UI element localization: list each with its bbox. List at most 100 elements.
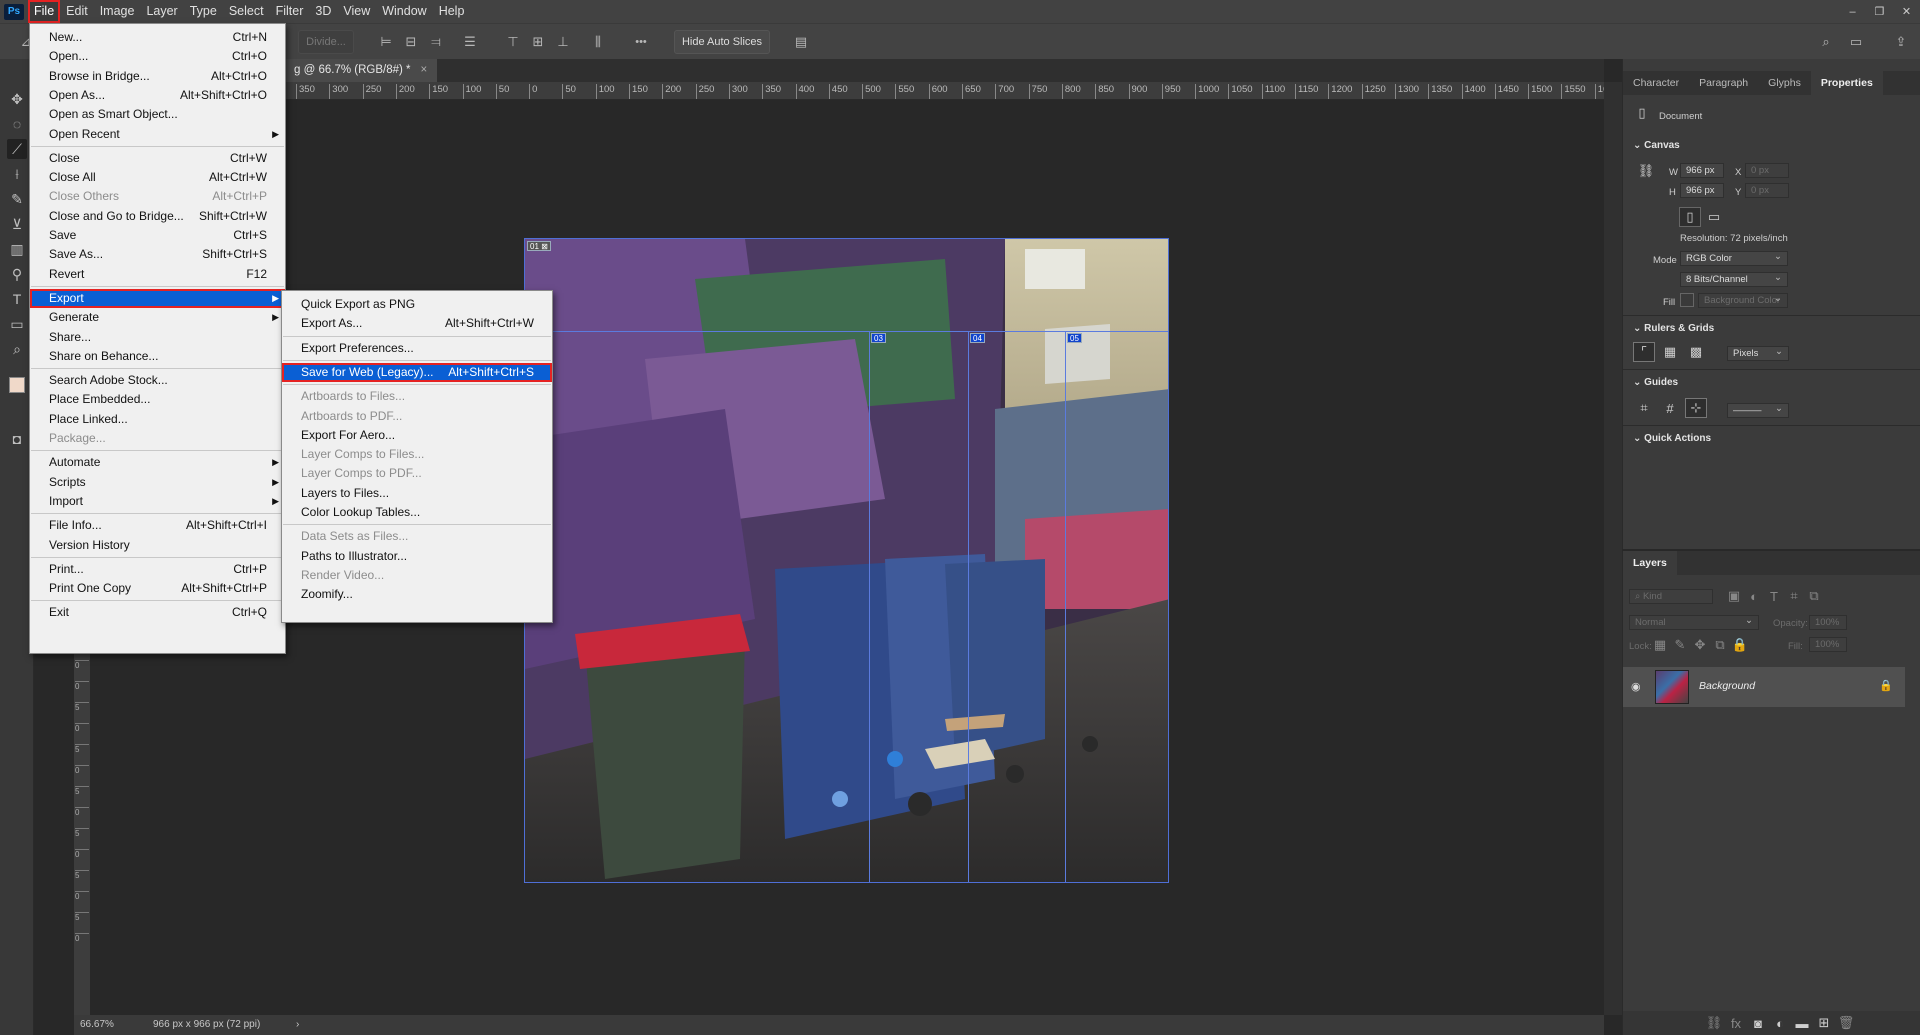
lasso-tool-icon[interactable]: ◌ <box>7 114 27 134</box>
vertical-scrollbar[interactable] <box>1604 82 1622 1015</box>
menu-item-file-info[interactable]: File Info... Alt+Shift+Ctrl+I <box>30 516 285 535</box>
guide-style-dropdown[interactable]: ——— <box>1727 402 1789 418</box>
menu-item-package[interactable]: Package... <box>30 429 285 448</box>
menu-item-layers-to-files[interactable]: Layers to Files... <box>282 484 552 503</box>
stamp-tool-icon[interactable]: ⊻ <box>7 214 27 234</box>
mode-dropdown[interactable]: RGB Color <box>1680 250 1788 266</box>
add-mask-icon[interactable]: ◙ <box>1747 1013 1769 1033</box>
search-icon[interactable]: ⌕ <box>1818 34 1834 50</box>
menu-item-print[interactable]: Print... Ctrl+P <box>30 560 285 579</box>
align-bottom-icon[interactable]: ⊥ <box>555 34 571 50</box>
menu-item-search-adobe-stock[interactable]: Search Adobe Stock... <box>30 371 285 390</box>
adjustment-layer-icon[interactable]: ◐ <box>1769 1013 1791 1033</box>
menu-layer[interactable]: Layer <box>140 0 183 23</box>
hide-auto-slices-button[interactable]: Hide Auto Slices <box>674 30 770 54</box>
layer-filter-kind[interactable]: ⌕ Kind <box>1629 589 1713 604</box>
status-menu-arrow[interactable]: › <box>296 1019 299 1030</box>
workspace-icon[interactable]: ▭ <box>1848 34 1864 50</box>
slice-options-icon[interactable]: ▤ <box>793 34 809 50</box>
menu-item-close-all[interactable]: Close All Alt+Ctrl+W <box>30 168 285 187</box>
menu-item-quick-export-as-png[interactable]: Quick Export as PNG <box>282 295 552 314</box>
slice-tag[interactable]: 04 <box>970 333 985 343</box>
menu-item-export-preferences[interactable]: Export Preferences... <box>282 339 552 358</box>
bit-depth-dropdown[interactable]: 8 Bits/Channel <box>1680 271 1788 287</box>
menu-item-export-as[interactable]: Export As... Alt+Shift+Ctrl+W <box>282 314 552 333</box>
zoom-level[interactable]: 66.67% <box>80 1019 114 1030</box>
filter-shape-icon[interactable]: ⌗ <box>1783 586 1805 606</box>
minimize-button[interactable]: – <box>1839 0 1866 23</box>
menu-item-close-others[interactable]: Close Others Alt+Ctrl+P <box>30 187 285 206</box>
lock-image-icon[interactable]: ✎ <box>1669 635 1691 655</box>
ruler-icon[interactable]: ⌜ <box>1633 342 1655 362</box>
menu-item-layer-comps-to-pdf[interactable]: Layer Comps to PDF... <box>282 464 552 483</box>
width-field[interactable]: 966 px <box>1680 163 1724 178</box>
menu-item-data-sets-as-files[interactable]: Data Sets as Files... <box>282 527 552 546</box>
grid-icon[interactable]: ▦ <box>1659 342 1681 362</box>
menu-item-version-history[interactable]: Version History <box>30 536 285 555</box>
layer-row[interactable]: ◉ Background 🔒 <box>1623 667 1905 707</box>
opacity-field[interactable]: 100% <box>1809 615 1847 630</box>
menu-item-save-for-web-legacy[interactable]: Save for Web (Legacy)... Alt+Shift+Ctrl+S <box>282 362 552 382</box>
menu-item-open-as[interactable]: Open As... Alt+Shift+Ctrl+O <box>30 86 285 105</box>
menu-window[interactable]: Window <box>376 0 432 23</box>
move-tool-icon[interactable]: ✥ <box>7 89 27 109</box>
dodge-tool-icon[interactable]: ⚲ <box>7 264 27 284</box>
menu-item-zoomify[interactable]: Zoomify... <box>282 585 552 604</box>
menu-item-layer-comps-to-files[interactable]: Layer Comps to Files... <box>282 445 552 464</box>
units-dropdown[interactable]: Pixels <box>1727 345 1789 361</box>
menu-item-open-recent[interactable]: Open Recent ▶ <box>30 125 285 144</box>
menu-item-open-as-smart-object[interactable]: Open as Smart Object... <box>30 105 285 124</box>
filter-adjustment-icon[interactable]: ◐ <box>1743 586 1765 606</box>
menu-item-place-linked[interactable]: Place Linked... <box>30 410 285 429</box>
menu-help[interactable]: Help <box>433 0 471 23</box>
menu-item-export-for-aero[interactable]: Export For Aero... <box>282 426 552 445</box>
menu-item-artboards-to-files[interactable]: Artboards to Files... <box>282 387 552 406</box>
slice-tag[interactable]: 05 <box>1067 333 1082 343</box>
align-left-icon[interactable]: ⊨ <box>378 34 394 50</box>
tab-properties[interactable]: Properties <box>1810 71 1883 95</box>
distribute-icon[interactable]: ☰ <box>462 34 478 50</box>
align-middle-icon[interactable]: ⊞ <box>530 34 546 50</box>
menu-item-automate[interactable]: Automate ▶ <box>30 453 285 472</box>
share-icon[interactable]: ⇪ <box>1893 34 1909 50</box>
menu-item-save-as[interactable]: Save As... Shift+Ctrl+S <box>30 245 285 264</box>
guides-section-header[interactable]: ⌄ Guides <box>1633 377 1678 388</box>
portrait-icon[interactable]: ▯ <box>1679 207 1701 227</box>
brush-tool-icon[interactable]: ✎ <box>7 189 27 209</box>
menu-item-scripts[interactable]: Scripts ▶ <box>30 473 285 492</box>
x-field[interactable]: 0 px <box>1745 163 1789 178</box>
layer-style-icon[interactable]: fx <box>1725 1013 1747 1033</box>
menu-image[interactable]: Image <box>94 0 141 23</box>
link-icon[interactable]: ⛓ <box>1635 161 1657 181</box>
guides-icon[interactable]: ⌗ <box>1633 398 1655 418</box>
slice-tag[interactable]: 03 <box>871 333 886 343</box>
link-layers-icon[interactable]: ⛓ <box>1703 1013 1725 1033</box>
eyedropper-tool-icon[interactable]: ⟊ <box>7 164 27 184</box>
filter-type-icon[interactable]: T <box>1763 586 1785 606</box>
new-layer-icon[interactable]: ⊞ <box>1813 1013 1835 1033</box>
menu-view[interactable]: View <box>337 0 376 23</box>
landscape-icon[interactable]: ▭ <box>1703 207 1725 227</box>
delete-layer-icon[interactable]: 🗑 <box>1835 1013 1857 1033</box>
menu-item-open[interactable]: Open... Ctrl+O <box>30 47 285 66</box>
canvas-section-header[interactable]: ⌄ Canvas <box>1633 140 1680 151</box>
menu-item-share[interactable]: Share... <box>30 328 285 347</box>
smart-guides-icon[interactable]: ⊹ <box>1685 398 1707 418</box>
lock-position-icon[interactable]: ✥ <box>1689 635 1711 655</box>
align-center-icon[interactable]: ⊟ <box>403 34 419 50</box>
distribute-vertical-icon[interactable]: ⫼ <box>590 34 606 50</box>
tab-glyphs[interactable]: Glyphs <box>1758 71 1811 95</box>
rulers-grids-section-header[interactable]: ⌄ Rulers & Grids <box>1633 323 1714 334</box>
divide-button[interactable]: Divide... <box>298 30 354 54</box>
menu-item-close[interactable]: Close Ctrl+W <box>30 149 285 168</box>
zoom-tool-icon[interactable]: ⌕ <box>7 339 27 359</box>
quick-actions-section-header[interactable]: ⌄ Quick Actions <box>1633 433 1711 444</box>
menu-item-artboards-to-pdf[interactable]: Artboards to PDF... <box>282 407 552 426</box>
menu-file[interactable]: File <box>28 0 61 23</box>
type-tool-icon[interactable]: T <box>7 289 27 309</box>
menu-item-color-lookup-tables[interactable]: Color Lookup Tables... <box>282 503 552 522</box>
guide-layout-icon[interactable]: # <box>1659 398 1681 418</box>
menu-item-share-on-behance[interactable]: Share on Behance... <box>30 347 285 366</box>
menu-item-revert[interactable]: Revert F12 <box>30 265 285 284</box>
align-right-icon[interactable]: ⫤ <box>428 34 444 50</box>
